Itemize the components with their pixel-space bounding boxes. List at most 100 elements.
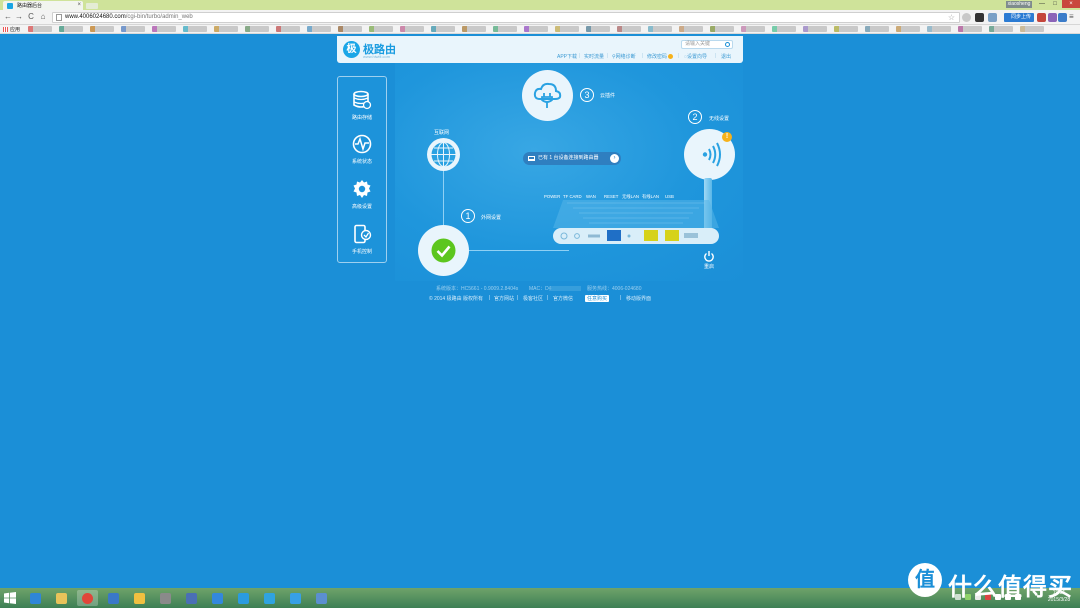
taskbar-app-button[interactable] — [51, 590, 72, 606]
bookmark-item[interactable] — [28, 26, 52, 32]
taskbar-app-button[interactable] — [207, 590, 228, 606]
bookmark-item[interactable] — [586, 26, 610, 32]
taskbar-app-button[interactable] — [155, 590, 176, 606]
cloud-plugin-label[interactable]: 云插件 — [600, 92, 615, 99]
bookmark-item[interactable] — [307, 26, 331, 32]
bookmark-item[interactable] — [927, 26, 951, 32]
bookmark-item[interactable] — [369, 26, 393, 32]
taskbar-app-button[interactable] — [129, 590, 150, 606]
bookmark-item[interactable] — [152, 26, 176, 32]
sidebar-item-advanced[interactable]: 高级设置 — [338, 170, 386, 214]
taskbar-app-button[interactable] — [311, 590, 332, 606]
bookmark-item[interactable] — [865, 26, 889, 32]
bookmark-item[interactable] — [989, 26, 1013, 32]
wireless-settings-label[interactable]: 无线设置 — [709, 115, 729, 122]
connected-devices-button[interactable]: 已有 1 台设备连接到路由器 › — [523, 152, 621, 165]
profile-badge[interactable]: xiaosheng — [1006, 1, 1032, 8]
footer-link-buy[interactable]: 任意购买 — [585, 295, 610, 302]
search-icon[interactable] — [725, 42, 730, 47]
bookmark-item[interactable] — [59, 26, 83, 32]
taskbar-app-button[interactable] — [233, 590, 254, 606]
nav-setup-guide[interactable]: ◌设置向导 — [684, 53, 707, 60]
bookmark-item[interactable] — [958, 26, 982, 32]
search-input[interactable]: 请输入关键 — [681, 40, 733, 49]
bookmark-item[interactable] — [183, 26, 207, 32]
nav-network-diagnosis[interactable]: ⚲网络诊断 — [612, 53, 636, 60]
reload-button[interactable]: C — [26, 12, 36, 22]
extension-icon[interactable] — [988, 13, 997, 22]
chrome-menu-icon[interactable]: ≡ — [1069, 12, 1074, 22]
sidebar: 路由存储 系统状态 高级设置 手机控制 — [337, 76, 387, 263]
forward-button[interactable]: → — [14, 12, 24, 22]
footer-link-community[interactable]: 极客社区 — [523, 295, 543, 302]
bookmark-item[interactable] — [803, 26, 827, 32]
footer-link-wechat[interactable]: 官方微信 — [553, 295, 573, 302]
globe-icon — [431, 142, 456, 167]
bookmark-item[interactable] — [555, 26, 579, 32]
apps-shortcut[interactable]: 应用 — [3, 26, 20, 33]
bookmark-item[interactable] — [214, 26, 238, 32]
bookmark-item[interactable] — [338, 26, 362, 32]
nav-logout[interactable]: 退出 — [721, 53, 731, 60]
cloud-plugin-button[interactable] — [522, 70, 573, 121]
wan-settings-label[interactable]: 外网设置 — [481, 214, 501, 221]
nav-separator: | — [579, 53, 581, 59]
url-path: /cgi-bin/turbo/admin_web — [125, 14, 193, 20]
bookmark-item[interactable] — [493, 26, 517, 32]
extension-icon[interactable] — [975, 13, 984, 22]
sync-upload-extension[interactable]: 同步上传 — [1004, 13, 1034, 22]
taskbar-app-button[interactable] — [103, 590, 124, 606]
bookmark-item[interactable] — [524, 26, 548, 32]
extension-icon[interactable] — [1058, 13, 1067, 22]
bookmark-item[interactable] — [462, 26, 486, 32]
bookmark-item[interactable] — [617, 26, 641, 32]
taskbar-app-button[interactable] — [285, 590, 306, 606]
taskbar-app-button[interactable] — [25, 590, 46, 606]
wan-settings-button[interactable] — [418, 225, 469, 276]
new-tab-button[interactable] — [86, 3, 98, 9]
reboot-label[interactable]: 重启 — [704, 263, 714, 270]
nav-separator: | — [642, 53, 644, 59]
bookmark-item[interactable] — [772, 26, 796, 32]
bookmark-item[interactable] — [741, 26, 765, 32]
bookmark-item[interactable] — [1020, 26, 1044, 32]
sidebar-item-storage[interactable]: 路由存储 — [338, 81, 386, 125]
extension-icon[interactable] — [962, 13, 971, 22]
power-reset-icon[interactable] — [703, 250, 715, 262]
laptop-icon — [528, 156, 535, 161]
nav-change-password[interactable]: 修改密码 — [647, 53, 674, 60]
sidebar-item-mobile-control[interactable]: 手机控制 — [338, 215, 386, 259]
ie-icon — [30, 593, 41, 604]
bookmark-item[interactable] — [276, 26, 300, 32]
windows-start-icon[interactable] — [4, 592, 16, 604]
extension-icon[interactable] — [1048, 13, 1057, 22]
minimize-button[interactable]: — — [1036, 0, 1048, 8]
bookmark-item[interactable] — [245, 26, 269, 32]
nav-realtime-traffic[interactable]: 实时流量 — [584, 53, 604, 60]
close-tab-icon[interactable]: × — [77, 2, 81, 8]
bookmark-item[interactable] — [90, 26, 114, 32]
bookmark-item[interactable] — [834, 26, 858, 32]
bookmark-item[interactable] — [710, 26, 734, 32]
bookmark-item[interactable] — [679, 26, 703, 32]
bookmark-star-icon[interactable]: ☆ — [948, 13, 955, 23]
taskbar-app-button[interactable] — [77, 590, 98, 606]
bookmark-item[interactable] — [896, 26, 920, 32]
bookmark-item[interactable] — [400, 26, 424, 32]
home-button[interactable]: ⌂ — [38, 12, 48, 22]
nav-app-download[interactable]: APP下载 — [557, 53, 577, 60]
sidebar-item-system-status[interactable]: 系统状态 — [338, 125, 386, 169]
back-button[interactable]: ← — [3, 12, 13, 22]
extension-icon[interactable] — [1037, 13, 1046, 22]
browser-tab[interactable]: 路由器后台 × — [3, 1, 83, 10]
bookmark-item[interactable] — [121, 26, 145, 32]
bookmark-item[interactable] — [648, 26, 672, 32]
footer-link-official-site[interactable]: 官方网站 — [494, 295, 514, 302]
maximize-button[interactable]: □ — [1049, 0, 1061, 8]
taskbar-app-button[interactable] — [259, 590, 280, 606]
taskbar-app-button[interactable] — [181, 590, 202, 606]
footer-link-mobile[interactable]: 移动版界面 — [626, 295, 651, 302]
address-bar[interactable]: www.4006024680.com/cgi-bin/turbo/admin_w… — [52, 12, 960, 23]
bookmark-item[interactable] — [431, 26, 455, 32]
window-close-button[interactable]: × — [1062, 0, 1080, 8]
